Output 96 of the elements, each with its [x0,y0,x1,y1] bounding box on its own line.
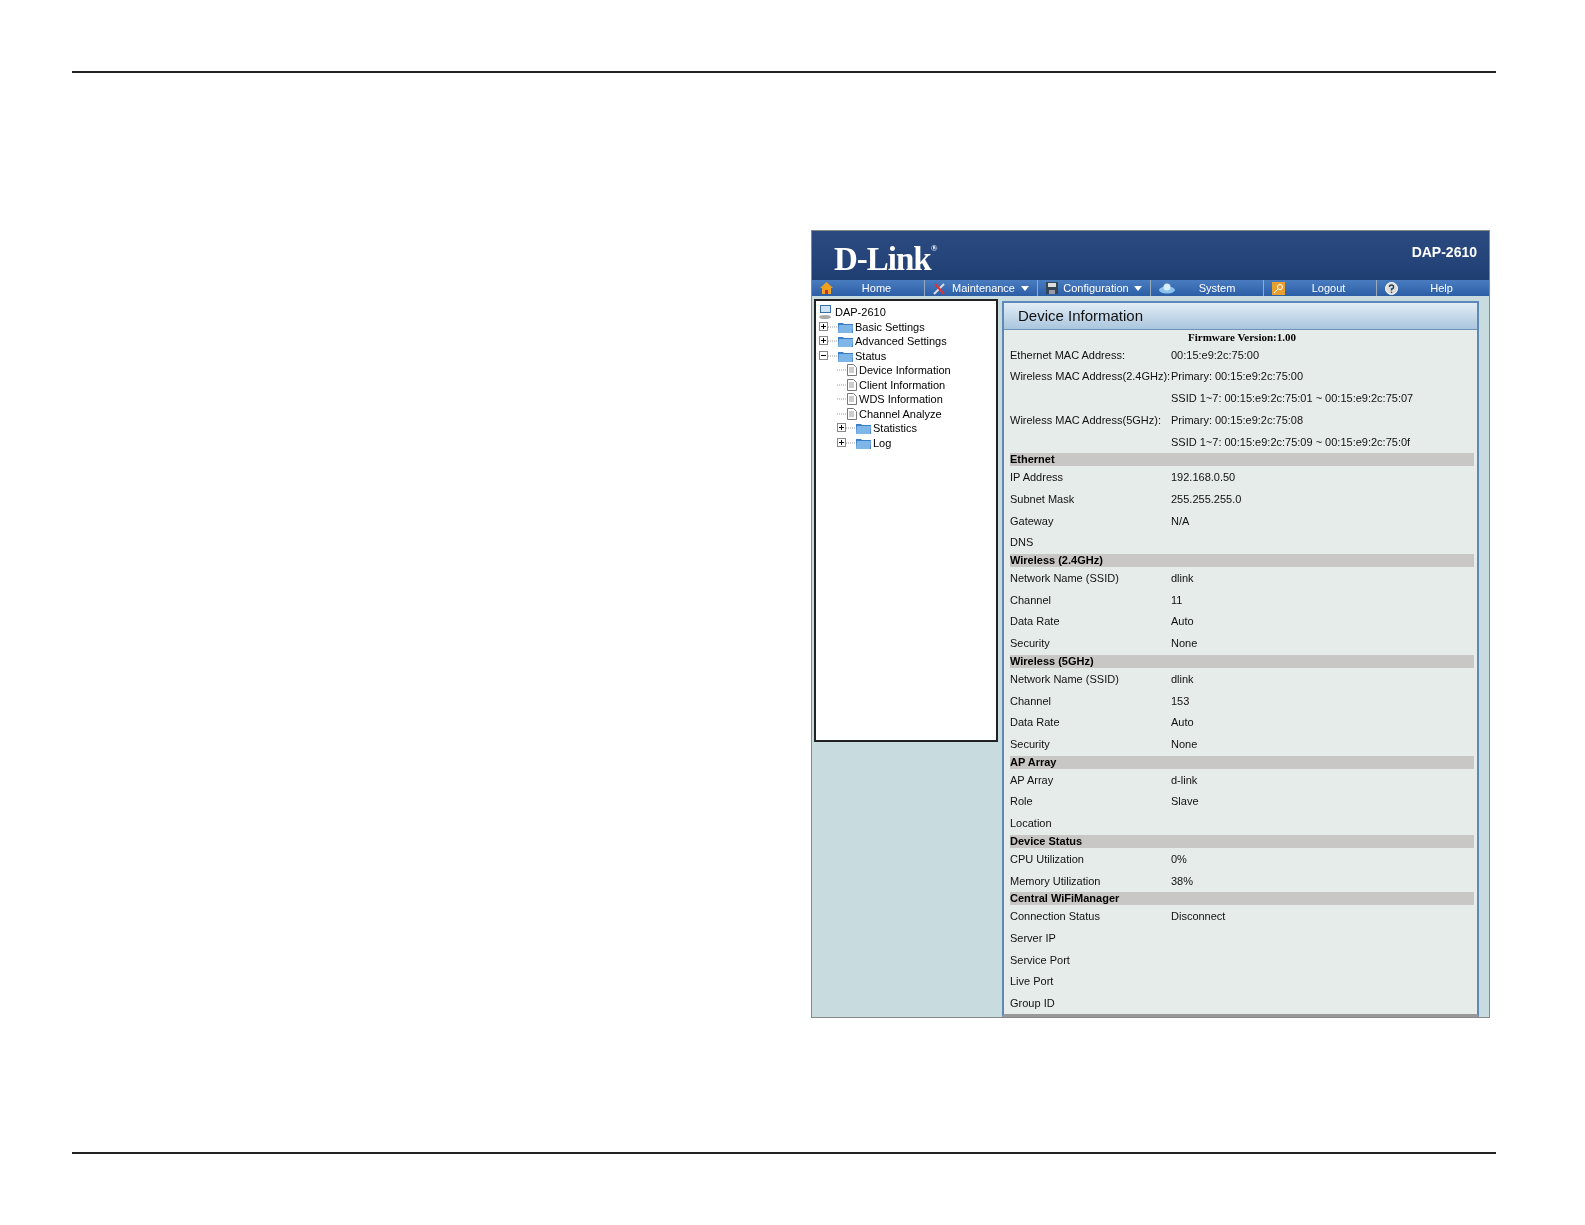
field-label: AP Array [1010,773,1054,786]
field-value: Primary: 00:15:e9:2c:75:00 [1171,370,1304,383]
tree-item[interactable]: Client Information [859,378,946,391]
expand-icon[interactable] [819,336,828,346]
tree-line [837,383,847,386]
tree-line [837,369,847,372]
tree-item[interactable]: Advanced Settings [855,335,947,348]
menu-button[interactable]: Help [1377,280,1489,296]
expand-icon[interactable] [837,423,846,433]
tree-item[interactable]: Channel Analyze [859,407,942,420]
field-label: Network Name (SSID) [1010,672,1119,685]
globe-icon [1159,282,1175,294]
field-label: Channel [1010,694,1051,707]
tree-item[interactable]: WDS Information [859,393,943,406]
tree-line [828,354,838,357]
field-value: 38% [1171,874,1194,887]
field-label: Group ID [1010,997,1055,1009]
field-value: Disconnect [1171,910,1226,923]
tree-line [837,398,847,401]
tree-item[interactable]: Statistics [873,422,917,435]
tree-item[interactable]: Status [855,349,887,362]
house-icon [820,282,833,294]
panel-title: Device Information [1004,303,1477,330]
expand-icon[interactable] [819,321,828,331]
field-label: IP Address [1010,471,1063,484]
field-value: SSID 1~7: 00:15:e9:2c:75:09 ~ 00:15:e9:2c:75:0f [1171,435,1411,448]
field-label: Ethernet MAC Address: [1010,348,1125,361]
section-header: Central WiFiManager [1010,892,1474,906]
field-value: Auto [1171,615,1194,628]
key-icon [1272,281,1285,295]
firmware-version: Firmware Version:1.00 [1187,329,1297,344]
field-value: 255.255.255.0 [1171,492,1242,505]
field-value: Auto [1171,716,1194,729]
tree-line [828,340,838,343]
tools-icon [933,281,946,295]
field-label: Memory Utilization [1010,874,1101,887]
tree-item[interactable]: DAP-2610 [835,306,886,319]
field-value: N/A [1171,514,1190,527]
field-value: Primary: 00:15:e9:2c:75:08 [1171,413,1304,426]
document-icon [847,364,857,377]
field-label: Service Port [1010,953,1070,966]
field-label: Network Name (SSID) [1010,572,1119,585]
section-header: Device Status [1010,834,1474,848]
logo: D-Link® [834,241,937,278]
field-label: Wireless MAC Address(2.4GHz): [1010,370,1171,383]
expand-icon[interactable] [837,437,846,447]
folder-icon [856,436,871,449]
section-header: Wireless (2.4GHz) [1010,554,1474,568]
field-label: Role [1010,795,1033,808]
tree-line [837,412,847,415]
field-label: Security [1010,637,1050,650]
document-icon [847,393,857,406]
field-label: Channel [1010,593,1051,606]
computer-icon [819,305,833,320]
field-value: None [1171,637,1198,650]
field-value: d-link [1171,773,1198,786]
section-header: Wireless (5GHz) [1010,655,1474,669]
tree-item[interactable]: Basic Settings [855,320,925,333]
field-label: Wireless MAC Address(5GHz): [1010,413,1161,426]
field-label: DNS [1010,536,1034,549]
field-value: SSID 1~7: 00:15:e9:2c:75:01 ~ 00:15:e9:2c:75:07 [1171,392,1414,405]
section-header: AP Array [1010,755,1474,769]
field-label: Connection Status [1010,910,1100,923]
tree-line [846,441,856,444]
field-label: Live Port [1010,975,1054,988]
field-label: Location [1010,817,1052,830]
field-value: 11 [1171,593,1183,606]
field-value: 153 [1171,694,1190,707]
tree-line [828,325,838,328]
tree-item[interactable]: Log [873,436,892,449]
field-value: dlink [1171,572,1194,585]
field-label: Gateway [1010,514,1054,527]
field-value: 00:15:e9:2c:75:00 [1171,348,1260,361]
folder-icon [838,320,853,333]
field-label: Subnet Mask [1010,492,1075,505]
tree-item[interactable]: Device Information [859,364,951,377]
field-label: CPU Utilization [1010,852,1084,865]
field-label: Data Rate [1010,716,1060,729]
model-name: DAP-2610 [1411,243,1477,260]
collapse-icon[interactable] [819,350,828,360]
field-label: Server IP [1010,931,1056,944]
field-value: 192.168.0.50 [1171,471,1236,484]
field-label: Security [1010,738,1050,750]
document-icon [847,407,857,420]
field-value: Slave [1171,795,1199,808]
field-value: None [1171,738,1198,750]
folder-icon [856,422,871,435]
help-icon [1385,281,1398,295]
folder-icon [838,349,853,362]
document-icon [847,378,857,391]
field-value: dlink [1171,672,1194,685]
section-header: Ethernet [1010,453,1474,467]
tree-line [846,427,856,430]
field-value: 0% [1171,852,1187,865]
field-label: Data Rate [1010,615,1060,628]
folder-icon [838,335,853,348]
